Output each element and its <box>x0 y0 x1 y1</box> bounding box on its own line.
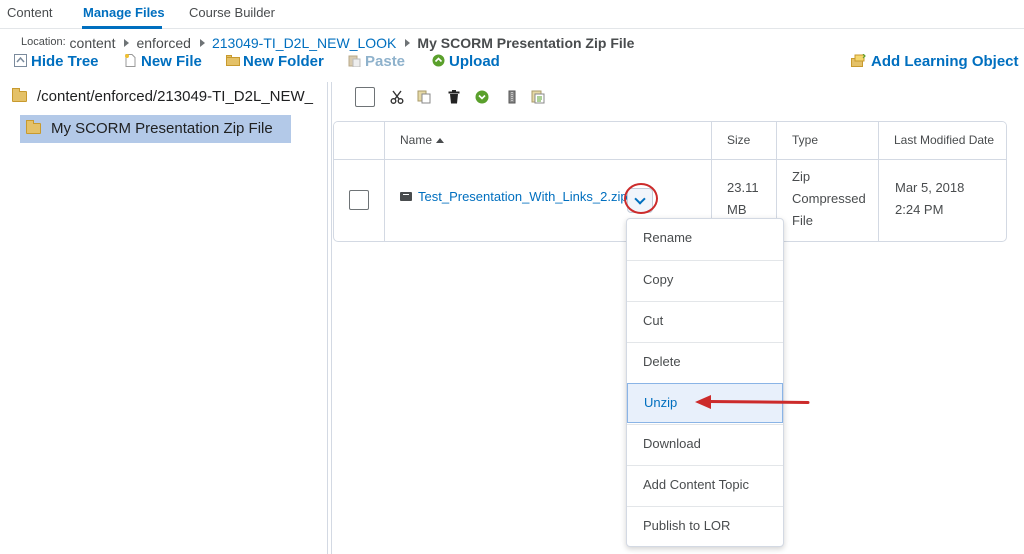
menu-item-add-content-topic[interactable]: Add Content Topic <box>627 465 783 505</box>
properties-icon[interactable] <box>531 90 545 104</box>
menu-item-cut[interactable]: Cut <box>627 301 783 341</box>
cut-icon[interactable] <box>390 90 404 104</box>
tab-manage-files[interactable]: Manage Files <box>83 5 165 20</box>
chevron-right-icon <box>124 39 130 47</box>
menu-item-delete[interactable]: Delete <box>627 342 783 382</box>
copy-icon[interactable] <box>417 90 431 104</box>
tab-content[interactable]: Content <box>7 5 53 20</box>
hide-tree-button[interactable]: Hide Tree <box>14 53 99 70</box>
tab-bar: Content Manage Files Course Builder <box>0 0 1024 29</box>
file-size: 23.11 MB <box>727 180 759 217</box>
delete-icon[interactable] <box>447 90 461 104</box>
add-learning-object-button[interactable]: Add Learning Object <box>851 53 1019 70</box>
zip-icon[interactable] <box>505 90 519 104</box>
row-checkbox[interactable] <box>349 190 369 210</box>
new-folder-icon <box>226 54 240 67</box>
breadcrumb-current: My SCORM Presentation Zip File <box>417 35 635 51</box>
column-header-size[interactable]: Size <box>727 133 750 147</box>
breadcrumb-item[interactable]: enforced <box>136 35 190 51</box>
panel-divider[interactable] <box>331 82 332 554</box>
menu-item-unzip[interactable]: Unzip <box>627 383 783 423</box>
paste-button[interactable]: Paste <box>348 53 405 70</box>
breadcrumb: Location: content enforced 213049-TI_D2L_N… <box>21 35 634 51</box>
new-folder-button[interactable]: New Folder <box>226 53 324 70</box>
tree-root-item[interactable]: /content/enforced/213049-TI_D2L_NEW_ <box>12 88 313 105</box>
column-header-last-modified[interactable]: Last Modified Date <box>894 133 994 147</box>
column-divider <box>878 122 879 241</box>
new-file-button[interactable]: New File <box>124 53 202 70</box>
column-header-type[interactable]: Type <box>792 133 818 147</box>
breadcrumb-item[interactable]: content <box>70 35 116 51</box>
sort-ascending-icon <box>436 138 445 143</box>
new-file-icon <box>124 54 137 67</box>
tree-item-selected[interactable]: My SCORM Presentation Zip File <box>20 115 291 143</box>
column-header-name[interactable]: Name <box>400 133 445 147</box>
menu-item-copy[interactable]: Copy <box>627 260 783 300</box>
download-icon[interactable] <box>475 90 489 104</box>
chevron-right-icon <box>405 39 411 47</box>
folder-icon <box>26 120 41 134</box>
active-tab-indicator <box>82 26 162 29</box>
folder-open-icon <box>12 88 27 102</box>
file-context-menu: Rename Copy Cut Delete Unzip Download Ad… <box>626 218 784 547</box>
hide-tree-icon <box>14 54 27 67</box>
archive-icon <box>400 192 412 201</box>
chevron-down-icon <box>634 193 646 205</box>
chevron-right-icon <box>199 39 205 47</box>
column-divider <box>384 122 385 241</box>
file-actions-dropdown-button[interactable] <box>627 188 653 213</box>
tab-course-builder[interactable]: Course Builder <box>189 5 275 20</box>
folder-tree: /content/enforced/213049-TI_D2L_NEW_ My … <box>0 82 328 554</box>
menu-item-rename[interactable]: Rename <box>627 219 783 259</box>
paste-icon <box>348 54 361 68</box>
learning-object-icon <box>851 53 867 67</box>
menu-item-download[interactable]: Download <box>627 424 783 464</box>
select-all-checkbox[interactable] <box>355 87 375 107</box>
upload-icon <box>432 54 445 67</box>
upload-button[interactable]: Upload <box>432 53 500 70</box>
file-type: Zip Compressed File <box>792 169 866 228</box>
file-link[interactable]: Test_Presentation_With_Links_2.zip <box>400 189 628 204</box>
file-modified-date: Mar 5, 2018 2:24 PM <box>895 180 965 217</box>
breadcrumb-item[interactable]: 213049-TI_D2L_NEW_LOOK <box>212 35 396 51</box>
menu-item-publish-to-lor[interactable]: Publish to LOR <box>627 506 783 546</box>
location-label: Location: <box>21 36 66 48</box>
